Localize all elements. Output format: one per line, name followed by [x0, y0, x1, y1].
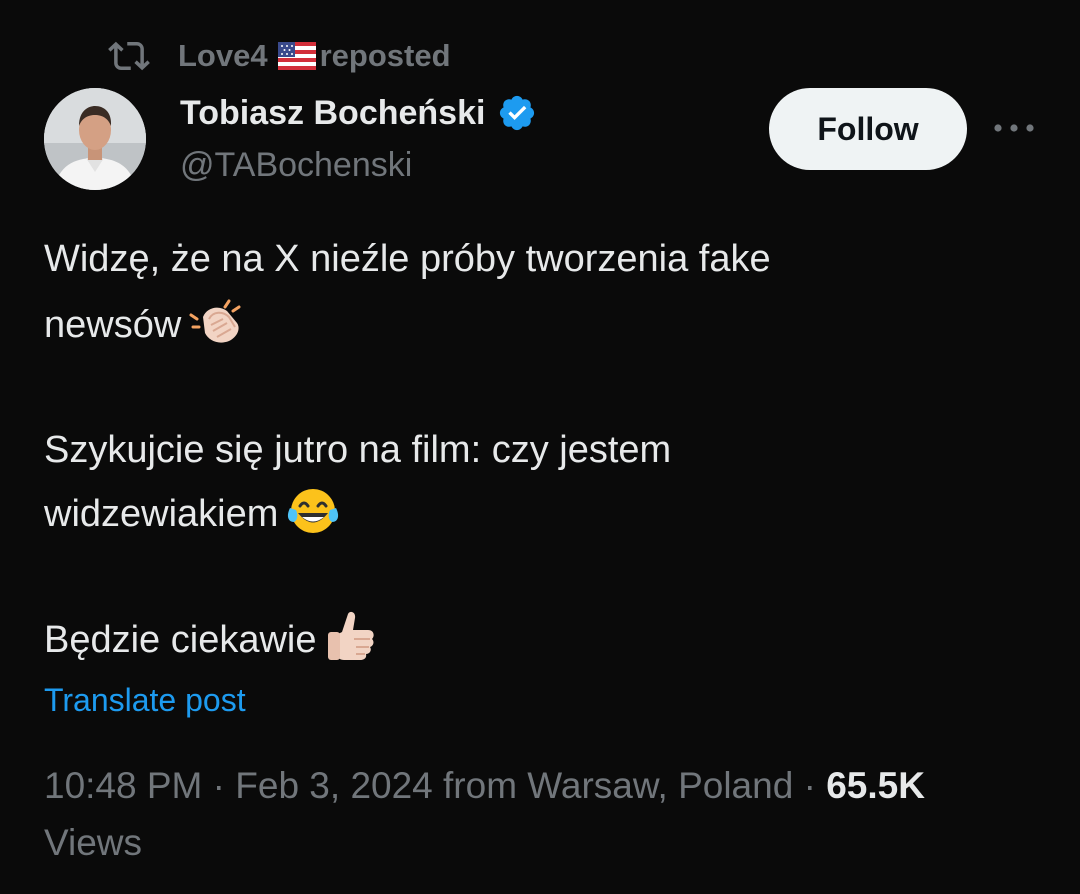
post-line-5: Będzie ciekawie [44, 608, 1024, 672]
post-location: from Warsaw, Poland [443, 765, 794, 806]
post-line-4-text: widzewiakiem [44, 493, 279, 535]
repost-user[interactable]: Love4 [178, 38, 268, 74]
verified-badge-icon [500, 95, 535, 131]
more-options-icon[interactable] [992, 118, 1036, 138]
avatar[interactable] [44, 88, 146, 190]
post-line-1: Widzę, że na X nieźle próby tworzenia fa… [44, 238, 771, 280]
avatar-image [44, 88, 146, 190]
author-handle[interactable]: @TABochenski [180, 146, 412, 185]
views-count: 65.5K [826, 765, 925, 806]
tears-of-joy-icon [288, 489, 339, 533]
us-flag-icon [277, 42, 316, 70]
clapping-hands-icon [189, 299, 241, 343]
author-name-row[interactable]: Tobiasz Bocheński [180, 93, 537, 133]
post-meta: 10:48 PM · Feb 3, 2024 from Warsaw, Pola… [44, 765, 925, 807]
repost-icon [108, 41, 150, 71]
meta-separator: · [202, 765, 236, 806]
author-name[interactable]: Tobiasz Bocheński [180, 94, 485, 133]
follow-button[interactable]: Follow [769, 88, 967, 170]
translate-post-link[interactable]: Translate post [44, 682, 246, 719]
repost-label: reposted [319, 38, 451, 73]
post-line-2-text: newsów [44, 304, 182, 346]
repost-header: Love4 reposted [108, 36, 451, 76]
meta-separator-2: · [793, 765, 827, 806]
post-line-3: Szykujcie się jutro na film: czy jestem [44, 429, 672, 471]
post-date[interactable]: Feb 3, 2024 [235, 765, 432, 806]
post-time[interactable]: 10:48 PM [44, 765, 202, 806]
post-line-2: newsów [44, 293, 1024, 357]
views-label: Views [44, 822, 143, 863]
post-line-5-text: Będzie ciekawie [44, 619, 317, 661]
thumbs-up-icon [328, 611, 375, 660]
post-line-4: widzewiakiem [44, 482, 1024, 546]
